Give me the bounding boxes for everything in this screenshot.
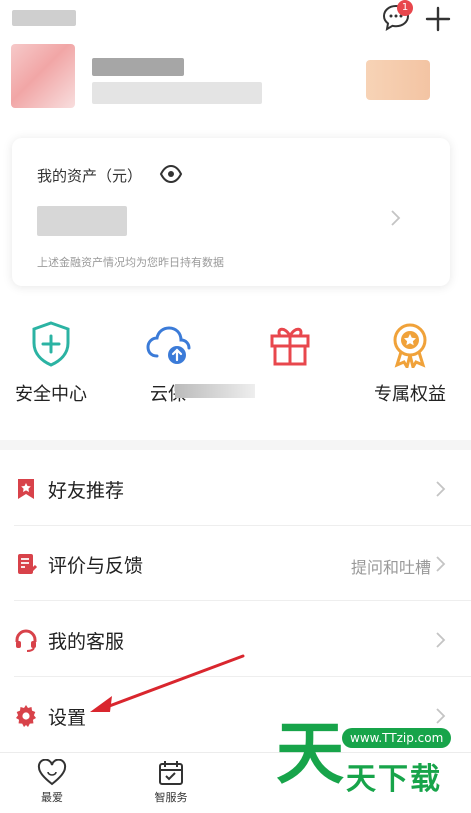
service-security-center[interactable]: 安全中心	[0, 320, 106, 406]
menu-item-feedback[interactable]: 评价与反馈 提问和吐槽	[0, 527, 471, 601]
plus-icon[interactable]	[424, 5, 452, 33]
assets-value-blurred	[37, 206, 127, 236]
tab-label: 智服务	[154, 791, 188, 804]
service-label: 安全中心	[15, 384, 87, 405]
cloud-upload-icon	[146, 326, 191, 364]
service-label: 专属权益	[374, 384, 446, 405]
chevron-right-icon	[436, 556, 446, 572]
menu-item-label: 好友推荐	[48, 480, 125, 502]
service-exclusive-benefits[interactable]: 专属权益	[355, 320, 465, 406]
assets-note: 上述金融资产情况均为您昨日持有数据	[37, 256, 224, 269]
member-badge-blurred[interactable]	[366, 60, 430, 100]
watermark: 天 www.TTzip.com 天下载	[276, 714, 471, 812]
assets-title: 我的资产（元）	[37, 167, 143, 185]
watermark-url: www.TTzip.com	[342, 728, 452, 748]
headset-icon	[15, 629, 37, 652]
chevron-right-icon	[436, 632, 446, 648]
user-id-blurred	[92, 82, 262, 104]
medal-icon	[393, 323, 427, 368]
section-divider	[0, 440, 471, 450]
chevron-right-icon	[391, 210, 401, 226]
message-badge: 1	[397, 0, 413, 16]
avatar[interactable]	[11, 44, 75, 108]
annotation-arrow	[90, 654, 245, 712]
shield-plus-icon	[32, 321, 70, 367]
assets-card[interactable]: 我的资产（元） 上述金融资产情况均为您昨日持有数据	[12, 138, 450, 286]
divider	[14, 525, 471, 526]
tab-smart-service[interactable]: 智服务	[141, 759, 201, 805]
service-gift[interactable]	[235, 320, 345, 380]
label-smear	[175, 384, 255, 398]
document-edit-icon	[18, 554, 38, 574]
account-name-blurred	[12, 10, 76, 26]
eye-icon[interactable]	[159, 164, 183, 184]
tab-favorites[interactable]: 最爱	[22, 759, 82, 805]
menu-item-friend-recommend[interactable]: 好友推荐	[0, 452, 471, 526]
menu-item-label: 评价与反馈	[48, 555, 144, 577]
divider	[14, 600, 471, 601]
gift-icon	[270, 327, 310, 366]
heart-icon	[37, 759, 67, 786]
bookmark-star-icon	[18, 479, 34, 499]
calendar-icon	[159, 761, 183, 785]
chevron-right-icon	[436, 481, 446, 497]
tab-label: 最爱	[41, 791, 63, 804]
menu-item-hint: 提问和吐槽	[350, 558, 431, 577]
watermark-logo: 天	[276, 714, 345, 794]
user-name-blurred	[92, 58, 184, 76]
gear-icon	[16, 705, 36, 727]
watermark-text: 天下载	[346, 762, 442, 797]
